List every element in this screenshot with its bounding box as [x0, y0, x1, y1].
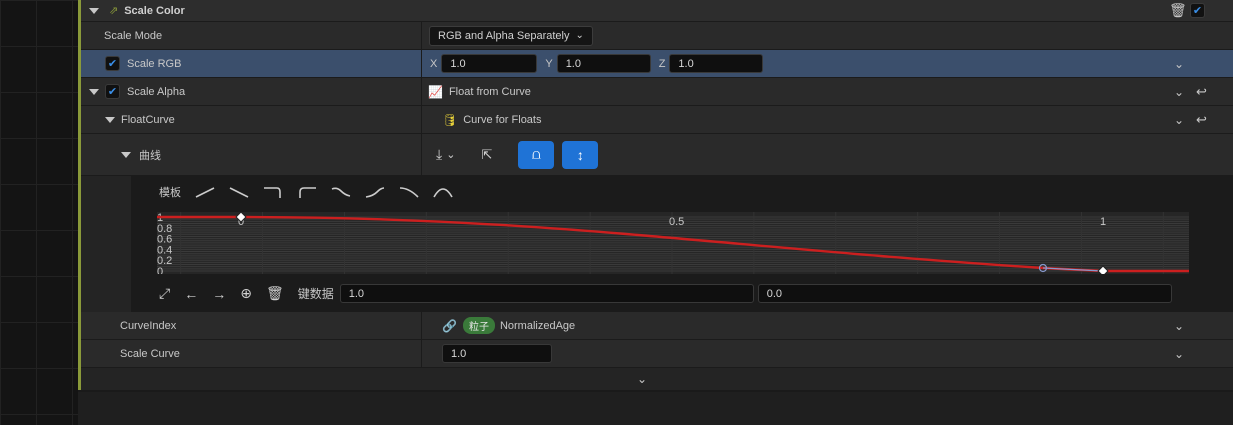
scale-rgb-label: Scale RGB [127, 57, 182, 70]
curve-graph[interactable]: 10.80.60.40.2000.51 [157, 211, 1189, 278]
curve-editor: 模板 10.80.60.40.2000.51 ⤢ ← → ⊕ 🗑 键数据 1.0… [131, 176, 1233, 312]
curve-label: 曲线 [139, 149, 161, 162]
details-panel: ⇗ Scale Color 🗑 ✔ Scale Mode RGB and Alp… [81, 0, 1233, 390]
float-curve-value[interactable]: Curve for Floats [463, 114, 541, 126]
x-tick-label: 0.5 [669, 216, 684, 228]
arrow-right-icon[interactable]: → [212, 286, 226, 302]
template-bell-icon[interactable] [433, 185, 453, 199]
x-axis-label: X [430, 57, 438, 70]
scale-mode-value: RGB and Alpha Separately [438, 29, 570, 42]
reset-arrow-icon[interactable]: ↩ [1196, 84, 1207, 100]
zoom-fit-icon[interactable]: ⤢ [159, 285, 170, 302]
add-key-icon[interactable]: ⊕ [240, 285, 252, 302]
module-title: Scale Color [124, 4, 185, 17]
template-ease-down-icon[interactable] [331, 185, 351, 199]
import-curve-icon[interactable]: ⤓ [436, 146, 442, 163]
key-value-field[interactable]: 0.0 [757, 284, 1172, 303]
key-data-label: 键数据 [297, 287, 334, 301]
expand-arrow-icon[interactable] [89, 88, 99, 95]
delete-key-icon[interactable]: 🗑 [266, 285, 284, 302]
scale-alpha-row: ✔ Scale Alpha 📈 Float from Curve ⌄ ↩ [81, 78, 1233, 106]
scale-mode-dropdown[interactable]: RGB and Alpha Separately ⌄ [429, 25, 593, 46]
scale-rgb-x-field[interactable]: 1.0 [441, 54, 538, 73]
float-curve-row: FloatCurve 🛢 Curve for Floats ⌄ ↩ [81, 106, 1233, 134]
graph-canvas-gutter [0, 0, 78, 425]
template-ease-out-icon[interactable] [399, 185, 419, 199]
expand-arrow-icon[interactable] [121, 151, 131, 158]
bottom-area [78, 392, 1233, 425]
module-header[interactable]: ⇗ Scale Color 🗑 ✔ [81, 0, 1233, 22]
expand-arrow-icon[interactable] [89, 7, 99, 14]
scale-curve-row: Scale Curve 1.0 ⌄ [81, 340, 1233, 368]
magnet-icon: ⩍ [531, 146, 541, 162]
namespace-badge: 粒子 [462, 317, 495, 334]
chevron-down-icon[interactable]: ⌄ [446, 148, 455, 161]
template-label: 模板 [159, 187, 181, 199]
template-linear-down-icon[interactable] [229, 185, 249, 199]
expand-arrow-icon[interactable] [105, 116, 115, 123]
collapse-chevron-icon[interactable]: ⌄ [637, 372, 647, 386]
chevron-down-icon[interactable]: ⌄ [1174, 85, 1184, 99]
template-row: 模板 [159, 184, 453, 200]
scale-rgb-z-field[interactable]: 1.0 [669, 54, 764, 73]
database-icon: 🛢 [442, 112, 458, 127]
y-tick-label: 0 [157, 266, 163, 274]
curve-toolbar: ⤢ ← → ⊕ 🗑 键数据 1.0 0.0 [159, 284, 1172, 303]
z-axis-label: Z [658, 57, 666, 70]
magnet-vertical-icon: ↕ [576, 146, 584, 163]
module-enabled-checkbox[interactable]: ✔ [1190, 3, 1205, 18]
template-ease-up-icon[interactable] [365, 185, 385, 199]
arrow-left-icon[interactable]: ← [184, 286, 198, 302]
curve-graph-icon: 📈 [428, 84, 443, 99]
scale-alpha-label: Scale Alpha [127, 85, 186, 98]
scale-alpha-value[interactable]: Float from Curve [449, 86, 531, 98]
scale-icon: ⇗ [109, 5, 119, 17]
curve-row: 曲线 ⤓ ⌄ ⇱ ⩍ ↕ [81, 134, 1233, 176]
curve-graph-svg[interactable]: 10.80.60.40.2000.51 [157, 211, 1189, 278]
scale-alpha-checkbox[interactable]: ✔ [105, 84, 120, 99]
key-time-field[interactable]: 1.0 [339, 284, 754, 303]
chevron-down-icon: ⌄ [575, 30, 584, 41]
curve-index-row: CurveIndex 🔗 粒子 NormalizedAge ⌄ [81, 312, 1233, 340]
scale-curve-label: Scale Curve [120, 347, 180, 360]
scale-mode-label: Scale Mode [104, 29, 163, 42]
template-linear-up-icon[interactable] [195, 185, 215, 199]
scale-curve-field[interactable]: 1.0 [442, 344, 552, 363]
float-curve-label: FloatCurve [121, 113, 175, 126]
scale-rgb-checkbox[interactable]: ✔ [105, 56, 120, 71]
reset-arrow-icon[interactable]: ↩ [1196, 112, 1207, 128]
y-axis-label: Y [545, 57, 553, 70]
link-icon: 🔗 [442, 318, 457, 333]
scale-rgb-row: ✔ Scale RGB X 1.0 Y 1.0 Z 1.0 ⌄ [81, 50, 1233, 78]
scale-rgb-y-field[interactable]: 1.0 [556, 54, 651, 73]
chevron-down-icon[interactable]: ⌄ [1174, 113, 1184, 127]
curve-index-label: CurveIndex [120, 319, 177, 332]
curve-key-point[interactable] [1097, 265, 1109, 277]
snap-time-button[interactable]: ⩍ [518, 140, 555, 169]
x-tick-label: 1 [1100, 216, 1106, 228]
template-step-up-icon[interactable] [297, 185, 317, 199]
curve-index-value[interactable]: NormalizedAge [500, 320, 575, 332]
chevron-down-icon[interactable]: ⌄ [1174, 319, 1184, 333]
snap-value-button[interactable]: ↕ [562, 140, 599, 169]
chevron-down-icon[interactable]: ⌄ [1174, 347, 1184, 361]
template-step-down-icon[interactable] [263, 185, 283, 199]
scale-mode-row: Scale Mode RGB and Alpha Separately ⌄ [81, 22, 1233, 50]
chevron-down-icon[interactable]: ⌄ [1174, 57, 1184, 71]
open-external-icon[interactable]: ⇱ [481, 147, 492, 163]
delete-icon[interactable]: 🗑 [1169, 2, 1187, 19]
